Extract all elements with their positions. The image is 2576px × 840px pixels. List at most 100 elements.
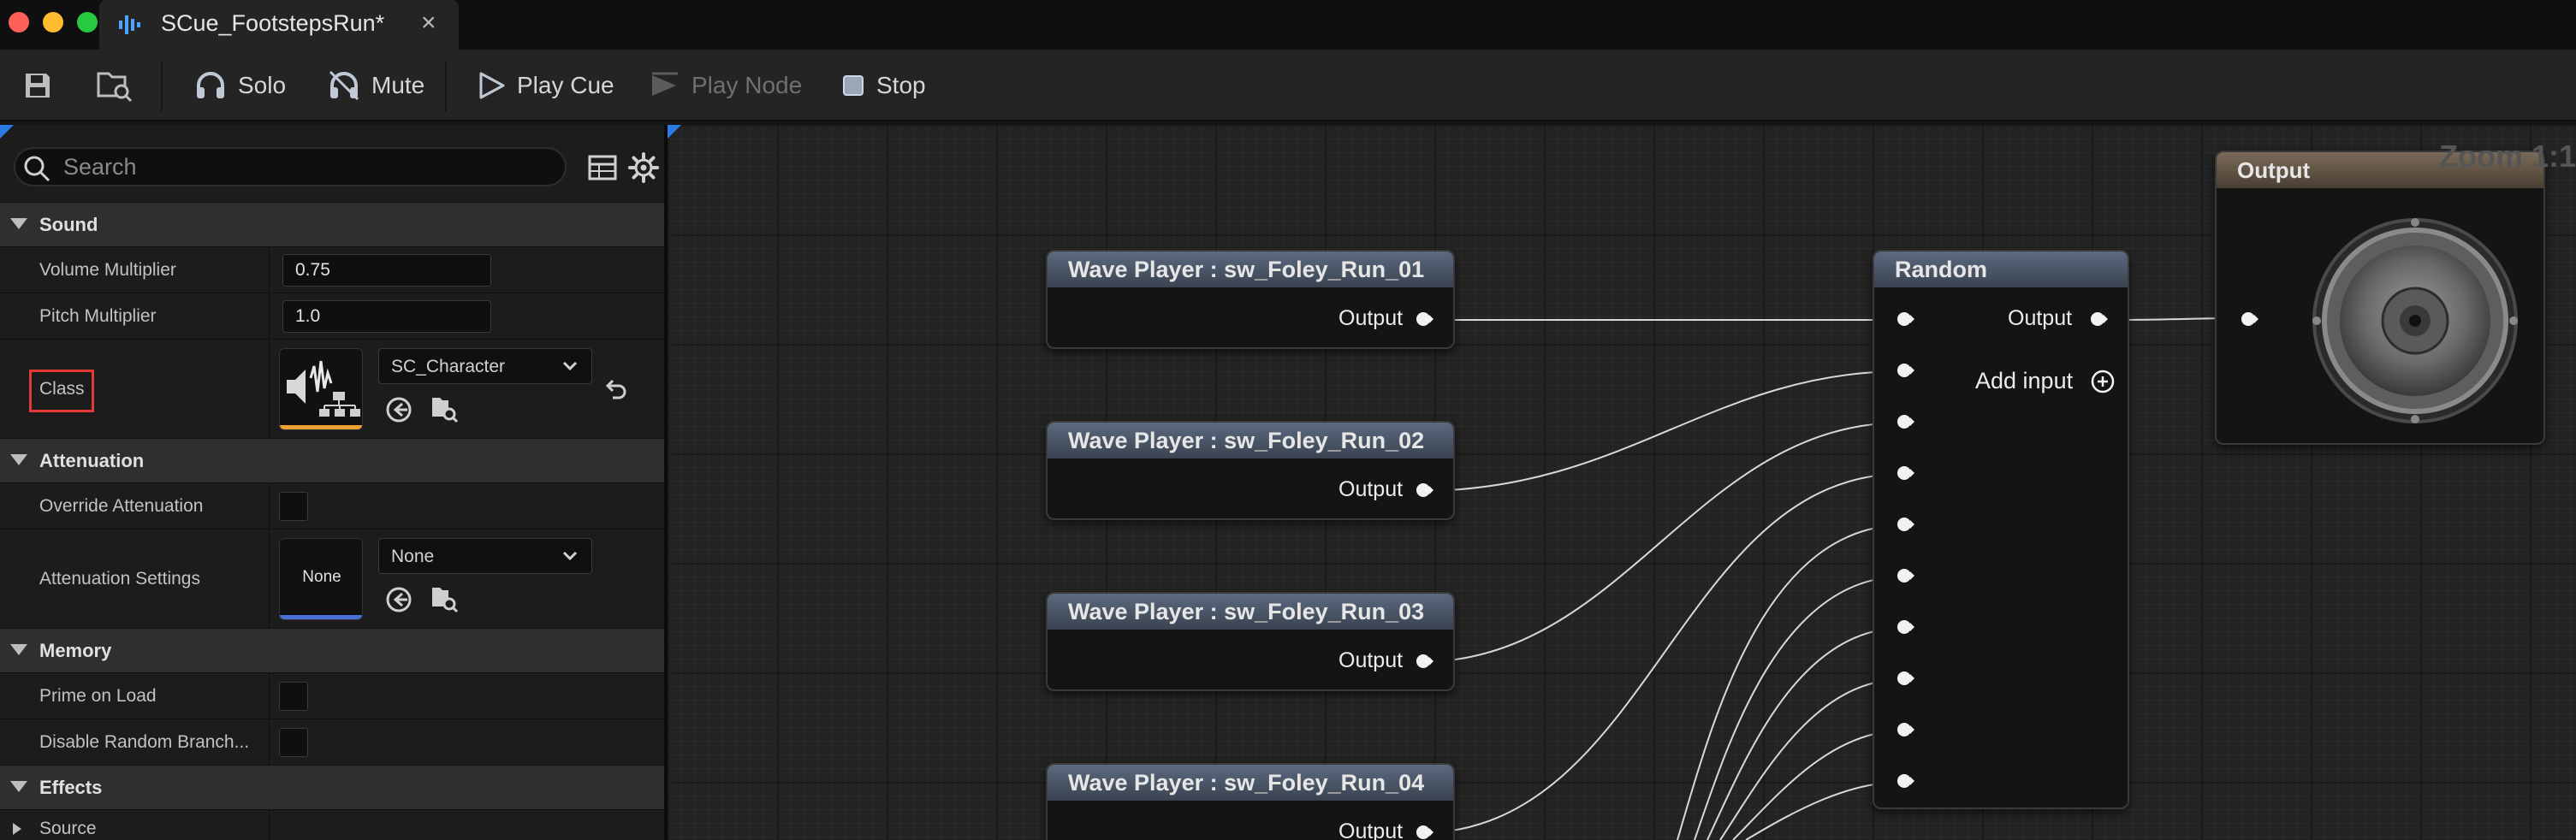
output-pin-label: Output: [1338, 306, 1404, 330]
asset-type-bar: [280, 425, 362, 429]
section-label: Memory: [39, 640, 112, 661]
output-pin-label: Output: [1338, 819, 1404, 840]
stop-icon: [843, 75, 864, 96]
column-divider: [269, 483, 270, 529]
input-pin-icon[interactable]: [1896, 618, 1915, 636]
section-effects[interactable]: Effects: [0, 765, 664, 809]
input-pin-icon[interactable]: [1896, 515, 1915, 534]
output-node[interactable]: Output: [2215, 151, 2545, 445]
input-pin-icon[interactable]: [1896, 361, 1915, 380]
output-pin-icon[interactable]: [1416, 652, 1434, 671]
expand-arrow-icon: [13, 823, 21, 835]
random-node[interactable]: Random Output Add input: [1873, 250, 2129, 809]
prime-on-load-checkbox[interactable]: [279, 682, 308, 711]
minimize-window-button[interactable]: [43, 12, 63, 33]
section-attenuation[interactable]: Attenuation: [0, 438, 664, 482]
maximize-window-button[interactable]: [77, 12, 98, 33]
table-view-icon[interactable]: [587, 152, 618, 183]
input-pin-icon[interactable]: [1896, 566, 1915, 585]
row-pitch-multiplier: Pitch Multiplier: [0, 293, 664, 339]
pitch-multiplier-input[interactable]: [282, 300, 491, 333]
search-box[interactable]: [14, 147, 567, 186]
save-button[interactable]: [22, 50, 53, 121]
node-header: Wave Player : sw_Foley_Run_04: [1048, 765, 1453, 801]
close-tab-icon[interactable]: ×: [421, 9, 436, 38]
play-cue-button[interactable]: Play Cue: [476, 50, 614, 121]
section-label: Sound: [39, 214, 98, 235]
section-memory[interactable]: Memory: [0, 628, 664, 672]
use-selected-asset-icon[interactable]: [385, 396, 413, 423]
node-header: Wave Player : sw_Foley_Run_03: [1048, 594, 1453, 630]
section-sound[interactable]: Sound: [0, 202, 664, 246]
use-selected-asset-icon[interactable]: [385, 586, 413, 613]
input-pin-icon[interactable]: [1896, 772, 1915, 790]
column-divider: [269, 719, 270, 765]
sound-class-thumbnail[interactable]: [279, 348, 363, 430]
node-header: Wave Player : sw_Foley_Run_01: [1048, 251, 1453, 287]
column-divider: [269, 529, 270, 628]
search-input[interactable]: [63, 152, 551, 181]
property-label: Prime on Load: [39, 686, 157, 706]
output-pin-icon[interactable]: [2090, 310, 2109, 328]
add-input-icon[interactable]: [2090, 369, 2116, 394]
thumbnail-text: None: [302, 568, 341, 586]
output-pin-label: Output: [1338, 477, 1404, 501]
play-node-button[interactable]: Play Node: [649, 50, 802, 121]
output-pin-icon[interactable]: [1416, 310, 1434, 328]
output-pin-icon[interactable]: [1416, 481, 1434, 500]
play-node-icon: [652, 72, 678, 96]
close-window-button[interactable]: [9, 12, 29, 33]
wave-player-node[interactable]: Wave Player : sw_Foley_Run_02 Output: [1046, 421, 1455, 520]
output-pin-icon[interactable]: [1416, 823, 1434, 840]
class-dropdown[interactable]: SC_Character: [378, 348, 592, 384]
solo-button[interactable]: Solo: [193, 50, 286, 121]
node-title: Wave Player : sw_Foley_Run_03: [1068, 599, 1425, 624]
section-label: Attenuation: [39, 450, 145, 471]
row-volume-multiplier: Volume Multiplier: [0, 246, 664, 293]
volume-multiplier-input[interactable]: [282, 254, 491, 287]
column-divider: [269, 673, 270, 719]
tab-scue-footsteps-run[interactable]: SCue_FootstepsRun* ×: [99, 0, 459, 50]
mute-button[interactable]: Mute: [327, 50, 424, 121]
sound-cue-graph[interactable]: Wave Player : sw_Foley_Run_01 Output Wav…: [668, 125, 2576, 840]
collapse-arrow-icon: [10, 644, 27, 655]
input-pin-icon[interactable]: [2241, 310, 2259, 328]
input-pin-icon[interactable]: [1896, 669, 1915, 688]
attenuation-dropdown[interactable]: None: [378, 538, 592, 574]
gear-icon[interactable]: [628, 152, 659, 183]
row-override-attenuation: Override Attenuation: [0, 482, 664, 529]
stop-button[interactable]: Stop: [840, 50, 926, 121]
add-input-label[interactable]: Add input: [1975, 368, 2073, 394]
column-divider: [269, 810, 270, 840]
collapse-arrow-icon: [10, 781, 27, 792]
disable-random-branch-checkbox[interactable]: [279, 728, 308, 757]
column-divider: [269, 247, 270, 293]
mute-label: Mute: [371, 72, 425, 98]
node-title: Wave Player : sw_Foley_Run_04: [1068, 770, 1425, 796]
row-source[interactable]: Source: [0, 809, 664, 840]
node-header: Wave Player : sw_Foley_Run_02: [1048, 423, 1453, 458]
input-pin-icon[interactable]: [1896, 464, 1915, 482]
wave-player-node[interactable]: Wave Player : sw_Foley_Run_04 Output: [1046, 763, 1455, 840]
solo-label: Solo: [238, 72, 287, 98]
wave-player-node[interactable]: Wave Player : sw_Foley_Run_03 Output: [1046, 592, 1455, 691]
column-divider: [269, 340, 270, 438]
mute-headphones-icon: [329, 70, 359, 101]
wave-player-node[interactable]: Wave Player : sw_Foley_Run_01 Output: [1046, 250, 1455, 349]
browse-asset-icon[interactable]: [430, 584, 459, 613]
property-label: Pitch Multiplier: [39, 306, 157, 326]
headphones-icon: [197, 72, 224, 98]
node-header: Random: [1874, 251, 2128, 287]
input-pin-icon[interactable]: [1896, 720, 1915, 739]
column-divider: [269, 293, 270, 339]
input-pin-icon[interactable]: [1896, 412, 1915, 431]
property-label: Volume Multiplier: [39, 260, 176, 280]
property-label: Source: [39, 819, 97, 838]
browse-asset-icon[interactable]: [430, 394, 459, 423]
details-panel: Sound Volume Multiplier Pitch Multiplier…: [0, 125, 664, 840]
attenuation-thumbnail[interactable]: None: [279, 538, 363, 620]
browse-button[interactable]: [96, 50, 134, 121]
input-pin-icon[interactable]: [1896, 310, 1915, 328]
override-attenuation-checkbox[interactable]: [279, 492, 308, 521]
reset-to-default-icon[interactable]: [604, 377, 628, 401]
